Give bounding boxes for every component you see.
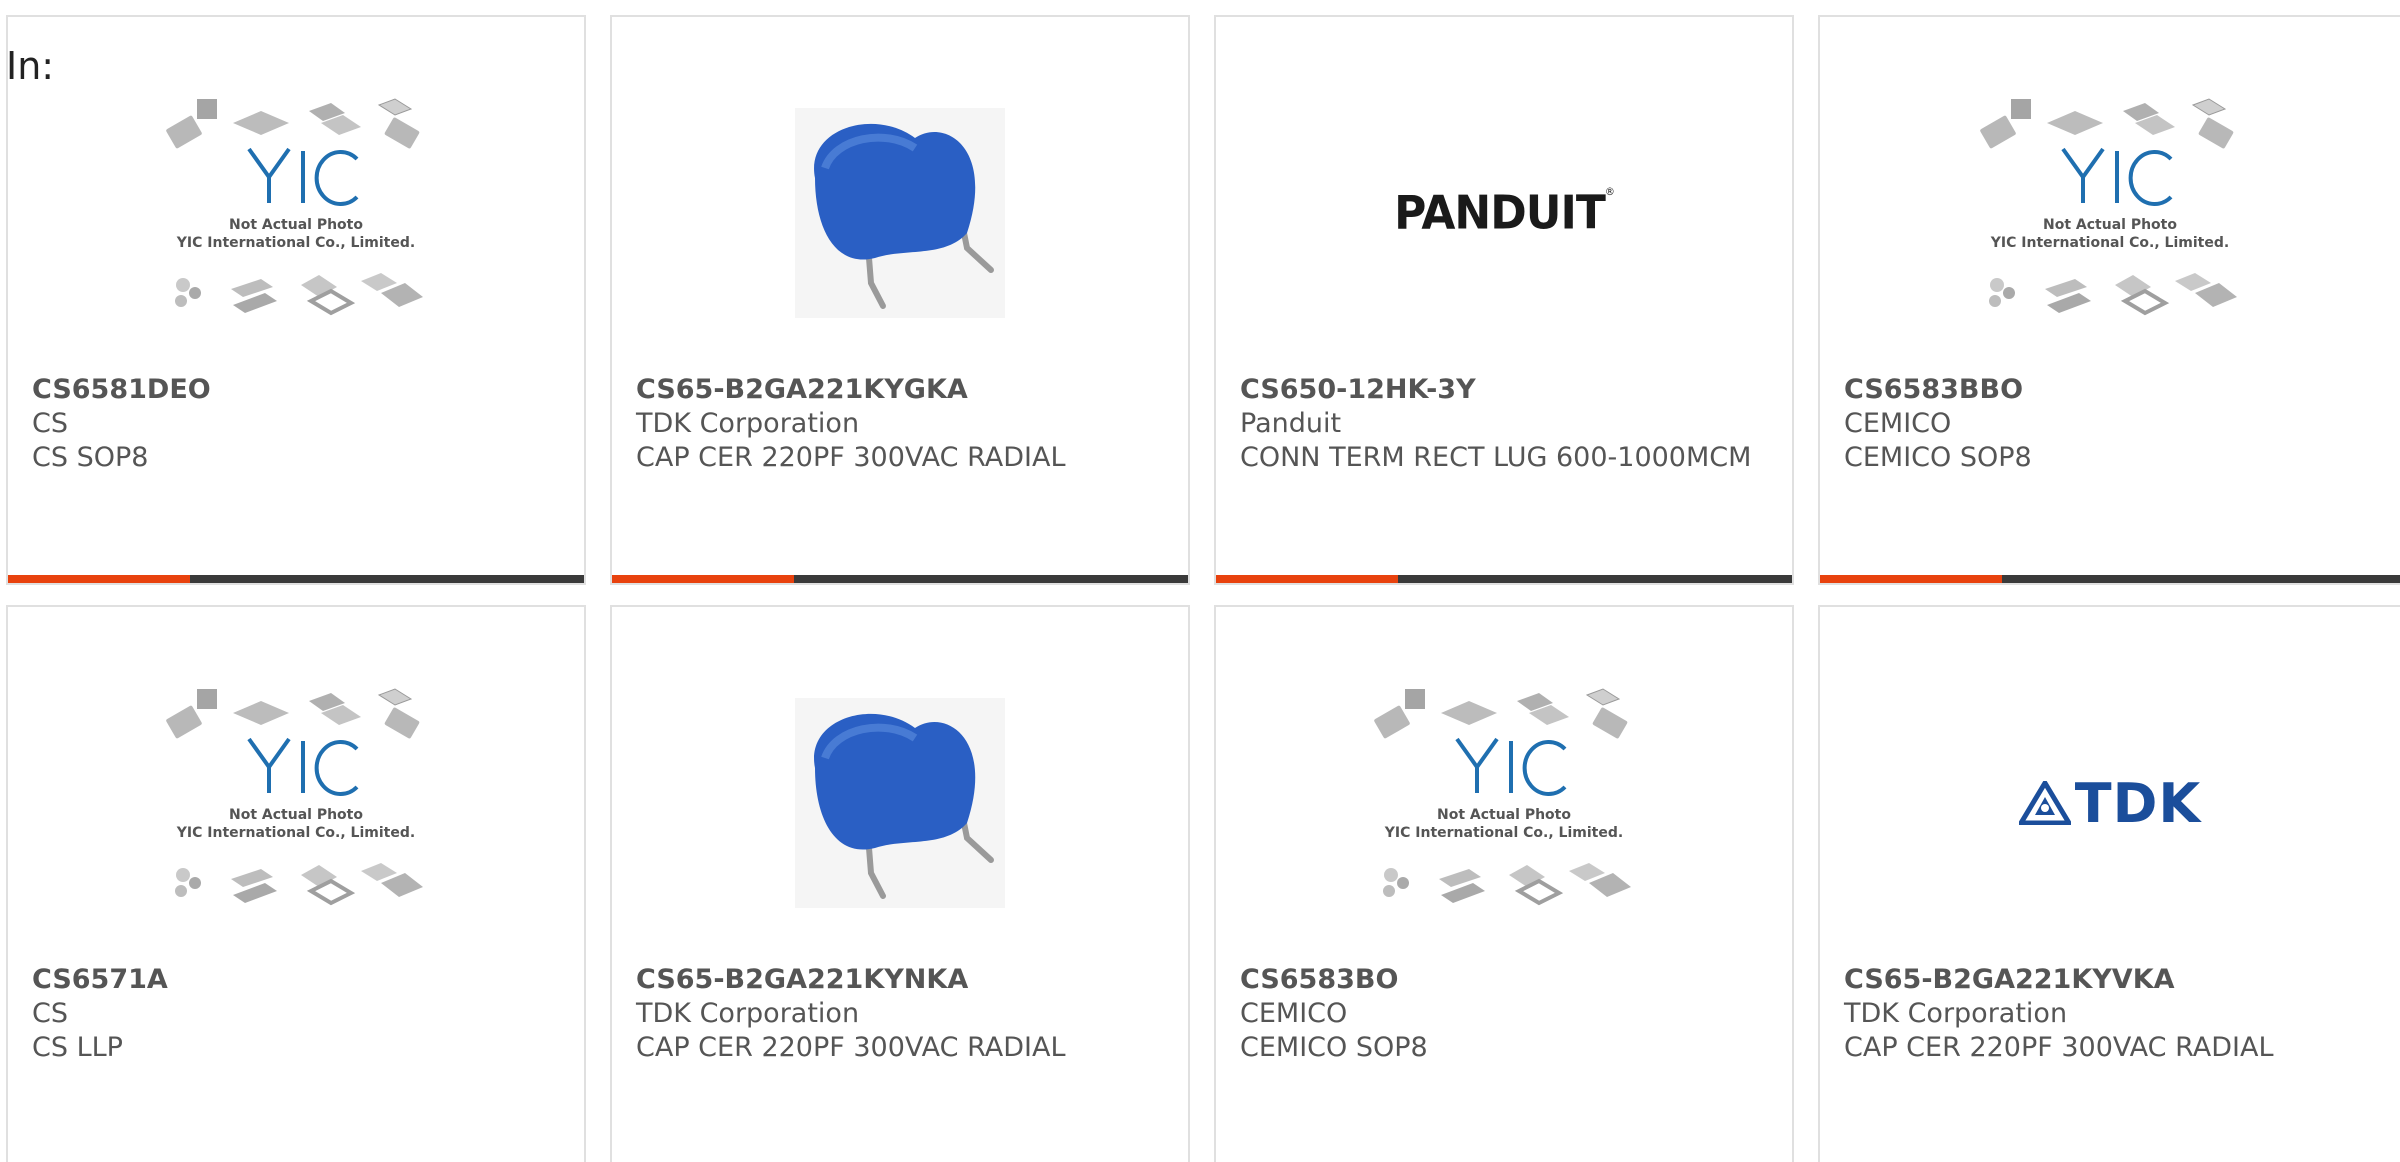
product-image[interactable]: TDK (1820, 653, 2400, 953)
product-image[interactable]: Not Actual Photo YIC International Co., … (1820, 63, 2400, 363)
description: CAP CER 220PF 300VAC RADIAL (1844, 1032, 2274, 1063)
manufacturer: TDK Corporation (636, 408, 860, 439)
product-image[interactable]: Not Actual Photo YIC International Co., … (8, 63, 584, 363)
product-grid-page: In: Not Actual Photo YIC International C… (0, 0, 2400, 1162)
description: CEMICO SOP8 (1240, 1032, 1428, 1063)
product-card[interactable]: PANDUIT® CS650-12HK-3Y Panduit CONN TERM… (1214, 15, 1794, 585)
card-bottom-bar (1216, 575, 1792, 583)
product-card[interactable]: Not Actual Photo YIC International Co., … (6, 15, 586, 585)
placeholder-line1: Not Actual Photo (229, 217, 363, 233)
product-image[interactable]: Not Actual Photo YIC International Co., … (1216, 653, 1792, 953)
capacitor-photo-icon (795, 698, 1005, 908)
manufacturer: CEMICO (1240, 998, 1348, 1029)
card-bottom-bar (8, 575, 584, 583)
product-card[interactable]: Not Actual Photo YIC International Co., … (1818, 15, 2400, 585)
card-bottom-bar (612, 575, 1188, 583)
description: CONN TERM RECT LUG 600-1000MCM (1240, 442, 1752, 473)
product-image[interactable] (612, 63, 1188, 363)
part-number-link[interactable]: CS6581DEO (32, 373, 554, 407)
placeholder-line1: Not Actual Photo (229, 807, 363, 823)
product-card[interactable]: TDK CS65-B2GA221KYVKA TDK Corporation CA… (1818, 605, 2400, 1162)
description: CS SOP8 (32, 442, 149, 473)
placeholder-line2: YIC International Co., Limited. (1990, 235, 2229, 251)
yic-placeholder-icon: Not Actual Photo YIC International Co., … (166, 98, 423, 316)
tdk-logo-text: TDK (2074, 771, 2202, 835)
product-card[interactable]: CS65-B2GA221KYGKA TDK Corporation CAP CE… (610, 15, 1190, 585)
manufacturer: CS (32, 408, 68, 439)
manufacturer: CS (32, 998, 68, 1029)
manufacturer: TDK Corporation (1844, 998, 2068, 1029)
part-number-link[interactable]: CS65-B2GA221KYNKA (636, 963, 1158, 997)
product-card[interactable]: CS65-B2GA221KYNKA TDK Corporation CAP CE… (610, 605, 1190, 1162)
description: CAP CER 220PF 300VAC RADIAL (636, 442, 1066, 473)
capacitor-photo-icon (795, 108, 1005, 318)
description: CEMICO SOP8 (1844, 442, 2032, 473)
placeholder-line2: YIC International Co., Limited. (1384, 825, 1623, 841)
placeholder-line1: Not Actual Photo (2043, 217, 2177, 233)
placeholder-line2: YIC International Co., Limited. (176, 235, 415, 251)
manufacturer: CEMICO (1844, 408, 1952, 439)
panduit-logo-text: PANDUIT (1394, 186, 1606, 240)
yic-placeholder-icon: Not Actual Photo YIC International Co., … (166, 688, 423, 906)
panduit-logo: PANDUIT® (1394, 186, 1615, 240)
product-image[interactable]: Not Actual Photo YIC International Co., … (8, 653, 584, 953)
product-card[interactable]: Not Actual Photo YIC International Co., … (1214, 605, 1794, 1162)
registered-mark: ® (1604, 186, 1615, 198)
part-number-link[interactable]: CS6583BO (1240, 963, 1762, 997)
yic-placeholder-icon: Not Actual Photo YIC International Co., … (1374, 688, 1631, 906)
product-card[interactable]: Not Actual Photo YIC International Co., … (6, 605, 586, 1162)
tdk-emblem-icon (2018, 781, 2071, 825)
in-label: In: (6, 44, 55, 88)
manufacturer: TDK Corporation (636, 998, 860, 1029)
part-number-link[interactable]: CS6583BBO (1844, 373, 2370, 407)
manufacturer: Panduit (1240, 408, 1342, 439)
product-image[interactable] (612, 653, 1188, 953)
placeholder-line1: Not Actual Photo (1437, 807, 1571, 823)
placeholder-line2: YIC International Co., Limited. (176, 825, 415, 841)
product-image[interactable]: PANDUIT® (1216, 63, 1792, 363)
description: CAP CER 220PF 300VAC RADIAL (636, 1032, 1066, 1063)
part-number-link[interactable]: CS65-B2GA221KYVKA (1844, 963, 2370, 997)
tdk-logo: TDK (2018, 771, 2202, 835)
part-number-link[interactable]: CS6571A (32, 963, 554, 997)
description: CS LLP (32, 1032, 123, 1063)
yic-placeholder-icon: Not Actual Photo YIC International Co., … (1980, 98, 2237, 316)
card-bottom-bar (1820, 575, 2400, 583)
part-number-link[interactable]: CS65-B2GA221KYGKA (636, 373, 1158, 407)
part-number-link[interactable]: CS650-12HK-3Y (1240, 373, 1762, 407)
